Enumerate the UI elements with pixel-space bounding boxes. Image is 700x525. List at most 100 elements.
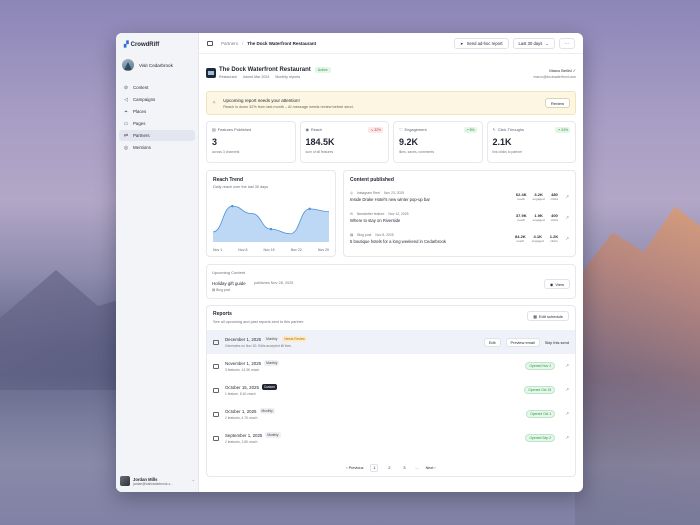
published-stats: 37.9K reach 1.9K engaged 400 clicks [516,213,558,222]
date-range-label: Last 30 days [518,40,543,46]
alert-title: Upcoming report needs your attention! [223,97,300,103]
stat-sub: link clicks to partner [492,150,523,154]
sidebar: ▞ CrowdRiff Visit Cedarbrook ⊘ Content ◁ Ca… [116,33,199,492]
report-date: November 1, 2025 [225,360,262,366]
report-row[interactable]: October 15, 2025 Custom 1 feature, 8.1K re… [207,378,575,402]
brand-logo[interactable]: ▞ CrowdRiff [116,33,198,49]
published-item[interactable]: ▤ Blog post Nov 8, 2025 5 boutique hotels f… [350,228,569,249]
sidebar-item-label: Places [133,109,147,114]
stat-card-engagement: ♡ Engagement 9.2K likes, saves, comments ↗ 8… [393,121,483,163]
send-adhoc-report-button[interactable]: ➤ Send ad-hoc report [454,37,509,49]
external-link-icon[interactable]: ↗ [565,236,569,242]
needs-review-badge: Needs Review [282,336,307,342]
sidebar-item-campaigns[interactable]: ◁ Campaigns [119,94,195,105]
report-actions: Opened Oct 15 ↗ [524,386,569,394]
contact-email[interactable]: marco@dockwaterfront.com [534,75,576,79]
preview-email-button[interactable]: Preview email [505,337,540,347]
report-line: November 1, 2025 Monthly [225,360,280,366]
x-tick-label: Nov 1 [213,248,223,252]
reach-area [213,206,329,242]
page-title: The Dock Waterfront Restaurant [219,67,311,73]
report-row[interactable]: September 1, 2025 Monthly 2 features, 2.8K… [207,426,575,450]
main-area: Partners / The Dock Waterfront Restauran… [199,33,583,492]
reports-title: Reports [213,311,232,317]
edit-report-button[interactable]: Edit [483,337,501,347]
contact-name: Marco Bellini [549,67,572,73]
published-item[interactable]: ✉ Newsletter feature Nov 12, 2025 Where to … [350,207,569,228]
sidebar-item-label: Pages [133,121,146,126]
published-item[interactable]: ◎ Instagram Reel Nov 23, 2025 Inside Drake … [350,186,569,207]
date-range-select[interactable]: Last 30 days ⌄ [512,37,555,49]
eye-icon: ◉ [549,281,554,287]
page-2-button[interactable]: 2 [385,464,393,472]
stat-label-text: Reach [310,127,323,132]
report-type-tag: Custom [261,384,277,390]
stat-sub: sum of all features [305,150,334,154]
breadcrumb-partners[interactable]: Partners [221,41,238,46]
view-button[interactable]: ◉ View [543,279,570,289]
previous-page-button[interactable]: ‹ Previous [346,466,363,470]
opened-badge: Opened Nov 2 [525,362,556,370]
sidebar-item-label: Mentions [133,145,151,150]
published-reach-label: reach [517,218,526,222]
published-date: Nov 8, 2025 [375,233,394,237]
report-type-tag: Monthly [264,336,280,342]
handshake-icon: ⇄ [123,132,129,139]
report-row[interactable]: December 1, 2025 Monthly Needs Review Gener… [207,330,575,354]
page-3-button[interactable]: 3 [400,464,408,472]
user-menu[interactable]: Jordan Mills jordan@visitcedarbrook.c...… [120,476,195,486]
org-switcher[interactable]: Visit Cedarbrook [116,48,198,71]
published-clicks-label: clicks [550,197,559,201]
delta-badge: ↗ 24% [555,127,570,133]
send-icon: ➤ [460,40,464,46]
verified-icon: ✓ [572,67,576,73]
report-type-tag: Monthly [259,408,275,414]
alert-body: Reach is down 32% from last month – AI m… [223,104,354,109]
reach-point[interactable] [308,207,311,211]
more-icon: ··· [564,40,569,46]
review-button[interactable]: Review [544,98,570,108]
external-link-icon[interactable]: ↗ [565,194,569,200]
published-date: Nov 12, 2025 [388,212,409,216]
reach-point[interactable] [231,204,234,208]
report-row[interactable]: October 1, 2025 Monthly 2 features, 4.7K r… [207,402,575,426]
x-tick-label: Nov 15 [263,248,275,252]
report-actions: Opened Sep 2 ↗ [525,434,569,442]
published-meta: ✉ Newsletter feature Nov 12, 2025 [350,212,409,216]
stat-card-click-throughs: ↖ Click-Throughs 2.1K link clicks to partne… [486,121,576,163]
stat-value: 3 [212,137,218,147]
report-line: October 15, 2025 Custom [225,384,277,390]
pin-icon: ⌖ [124,108,128,115]
x-tick-label: Nov 8 [238,248,248,252]
send-adhoc-report-label: Send ad-hoc report [466,40,503,46]
report-detail: 2 features, 4.7K reach [225,416,258,420]
sidebar-item-partners[interactable]: ⇄ Partners [119,130,195,141]
external-link-icon[interactable]: ↗ [565,387,569,393]
org-avatar [122,59,134,71]
sidebar-toggle-icon[interactable] [207,40,213,46]
edit-schedule-button[interactable]: ▦ Edit schedule [527,311,569,321]
sidebar-item-content[interactable]: ⊘ Content [119,82,195,93]
next-page-button[interactable]: Next › [426,466,436,470]
sidebar-item-pages[interactable]: ▭ Pages [119,118,195,129]
external-link-icon[interactable]: ↗ [565,215,569,221]
skip-send-button[interactable]: Skip this send [545,340,569,345]
stat-label-text: Engagement [404,127,427,132]
heart-icon: ♡ [399,127,403,132]
external-link-icon[interactable]: ↗ [565,363,569,369]
external-link-icon[interactable]: ↗ [565,435,569,441]
content-icon: ⊘ [123,84,129,91]
draft-mail-icon [213,339,219,345]
reach-point[interactable] [269,227,273,231]
report-date: October 1, 2025 [225,408,257,414]
page-1-button[interactable]: 1 [370,464,379,472]
sidebar-nav: ⊘ Content ◁ Campaigns ⌖ Places ▭ Pages ⇄ Partners… [116,71,198,153]
published-meta: ◎ Instagram Reel Nov 23, 2025 [350,191,430,195]
sidebar-item-places[interactable]: ⌖ Places [119,106,195,117]
more-button[interactable]: ··· [558,37,575,49]
report-row[interactable]: November 1, 2025 Monthly 3 features, 14.3K… [207,354,575,378]
external-link-icon[interactable]: ↗ [565,411,569,417]
sidebar-item-mentions[interactable]: ◎ Mentions [119,142,195,153]
delta-badge: ↗ 8% [463,127,477,133]
published-engaged-label: engaged [532,197,545,201]
